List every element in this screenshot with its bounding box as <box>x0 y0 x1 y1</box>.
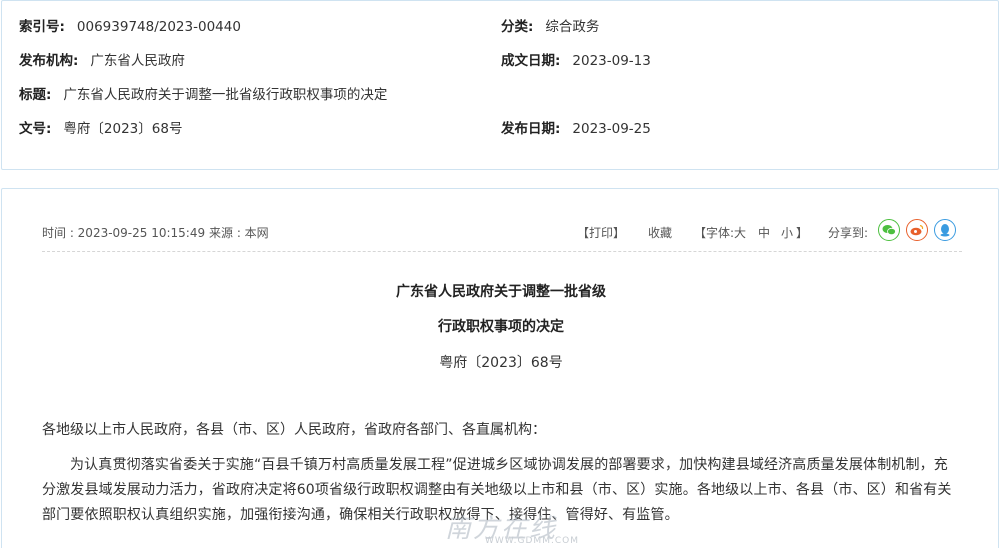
written-date-label: 成文日期: <box>501 53 561 69</box>
share-label: 分享到: <box>828 226 869 240</box>
publish-time: 时间 : 2023-09-25 10:15:49 <box>42 226 206 240</box>
publish-date-row: 发布日期: 2023-09-25 <box>501 119 651 139</box>
index-number-row: 索引号: 006939748/2023-00440 <box>19 17 241 37</box>
doc-number-label: 文号: <box>19 121 52 137</box>
title-row: 标题: 广东省人民政府关于调整一批省级行政职权事项的决定 <box>19 85 387 105</box>
publisher-label: 发布机构: <box>19 53 79 69</box>
doc-number-row: 文号: 粤府〔2023〕68号 <box>19 119 182 139</box>
font-medium-button[interactable]: 中 <box>758 224 770 241</box>
watermark-url: WWW.GDMM.COM <box>485 536 579 546</box>
publish-date-label: 发布日期: <box>501 121 561 137</box>
written-date-value: 2023-09-13 <box>572 53 651 69</box>
print-button[interactable]: 【打印】 <box>577 224 625 241</box>
title-label: 标题: <box>19 87 52 103</box>
article-info-bar: 时间 : 2023-09-25 10:15:49 来源 : 本网 【打印】 收藏… <box>42 219 962 245</box>
font-small-button[interactable]: 小 <box>781 224 793 241</box>
category-label: 分类: <box>501 19 534 35</box>
site-watermark: 南方在线 WWW.GDMM.COM <box>405 508 615 548</box>
wechat-icon[interactable] <box>878 219 900 241</box>
doc-number-value: 粤府〔2023〕68号 <box>63 121 183 137</box>
favorite-button[interactable]: 收藏 <box>648 224 672 241</box>
publish-date-value: 2023-09-25 <box>572 121 651 137</box>
font-size-close: 】 <box>796 226 809 240</box>
article-panel: 时间 : 2023-09-25 10:15:49 来源 : 本网 【打印】 收藏… <box>1 188 999 548</box>
index-number-value: 006939748/2023-00440 <box>76 19 241 35</box>
source: 来源 : 本网 <box>209 226 269 240</box>
category-row: 分类: 综合政务 <box>501 17 599 37</box>
category-value: 综合政务 <box>545 19 600 35</box>
publisher-row: 发布机构: 广东省人民政府 <box>19 51 185 71</box>
salutation-paragraph: 各地级以上市人民政府，各县（市、区）人民政府，省政府各部门、各直属机构： <box>42 422 546 438</box>
info-divider <box>42 251 962 252</box>
title-value: 广东省人民政府关于调整一批省级行政职权事项的决定 <box>63 87 388 103</box>
article-title-line-1: 广东省人民政府关于调整一批省级 <box>396 284 606 300</box>
font-large-button[interactable]: 大 <box>734 224 746 241</box>
metadata-panel: 索引号: 006939748/2023-00440 分类: 综合政务 发布机构: 广东… <box>1 0 999 170</box>
weibo-icon[interactable] <box>906 219 928 241</box>
qq-icon[interactable] <box>934 219 956 241</box>
article-title-line-2: 行政职权事项的决定 <box>438 319 564 335</box>
article-doc-number: 粤府〔2023〕68号 <box>439 355 563 371</box>
font-size-open: 【字体: <box>694 226 735 240</box>
written-date-row: 成文日期: 2023-09-13 <box>501 51 651 71</box>
index-number-label: 索引号: <box>19 19 65 35</box>
publisher-value: 广东省人民政府 <box>90 53 185 69</box>
